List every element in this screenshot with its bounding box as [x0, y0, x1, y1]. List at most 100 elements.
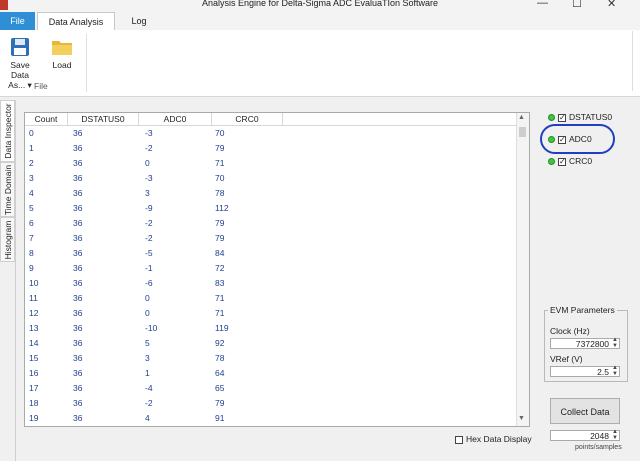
table-row[interactable]: 8 36 -5 84 — [25, 246, 516, 261]
maximize-button[interactable]: ☐ — [572, 0, 582, 10]
table-row[interactable]: 2 36 0 71 — [25, 156, 516, 171]
table-row[interactable]: 0 36 -3 70 — [25, 126, 516, 141]
table-row[interactable]: 6 36 -2 79 — [25, 216, 516, 231]
table-row[interactable]: 5 36 -9 112 — [25, 201, 516, 216]
folder-icon — [52, 41, 72, 55]
column-header-adc0[interactable]: ADC0 — [139, 113, 212, 125]
table-cell: 64 — [215, 368, 225, 378]
table-cell: 15 — [29, 353, 39, 363]
table-row[interactable]: 1 36 -2 79 — [25, 141, 516, 156]
samples-input[interactable]: 2048 ▲ ▼ — [550, 429, 620, 441]
table-cell: 36 — [73, 203, 83, 213]
samples-unit-label: points/samples — [575, 444, 622, 451]
column-header-crc0[interactable]: CRC0 — [212, 113, 283, 125]
clock-label: Clock (Hz) — [550, 326, 590, 336]
hex-data-display-checkbox[interactable]: Hex Data Display — [455, 434, 532, 444]
table-row[interactable]: 16 36 1 64 — [25, 366, 516, 381]
table-row[interactable]: 11 36 0 71 — [25, 291, 516, 306]
tab-data-analysis[interactable]: Data Analysis — [37, 12, 115, 30]
table-cell: 4 — [29, 188, 34, 198]
table-cell: 65 — [215, 383, 225, 393]
table-cell: 79 — [215, 218, 225, 228]
tab-file[interactable]: File — [0, 12, 35, 30]
table-cell: 72 — [215, 263, 225, 273]
table-cell: 36 — [73, 323, 83, 333]
collect-data-button[interactable]: Collect Data — [550, 398, 620, 424]
table-cell: 71 — [215, 308, 225, 318]
spinner-icon[interactable]: ▲ ▼ — [612, 337, 618, 349]
vertical-scrollbar[interactable]: ▲ ▼ — [516, 113, 529, 426]
checkbox-icon[interactable] — [455, 435, 463, 444]
minimize-button[interactable]: — — [537, 0, 548, 9]
table-cell: 5 — [145, 338, 150, 348]
tab-time-domain[interactable]: Time Domain — [0, 162, 15, 217]
table-cell: 79 — [215, 398, 225, 408]
table-cell: 36 — [73, 248, 83, 258]
table-cell: 36 — [73, 158, 83, 168]
table-cell: 36 — [73, 338, 83, 348]
table-cell: 14 — [29, 338, 39, 348]
column-header-count[interactable]: Count — [25, 113, 68, 125]
table-row[interactable]: 15 36 3 78 — [25, 351, 516, 366]
tab-log[interactable]: Log — [120, 12, 158, 30]
table-row[interactable]: 18 36 -2 79 — [25, 396, 516, 411]
load-button[interactable]: Load — [48, 36, 76, 70]
scroll-down-icon[interactable]: ▼ — [518, 415, 525, 422]
ribbon-tabs: File Data Analysis Log — [0, 12, 640, 30]
table-cell: 36 — [73, 188, 83, 198]
scroll-up-icon[interactable]: ▲ — [518, 114, 525, 121]
table-cell: 36 — [73, 413, 83, 423]
table-cell: 13 — [29, 323, 39, 333]
table-cell: -2 — [145, 218, 153, 228]
table-cell: 36 — [73, 218, 83, 228]
table-cell: 84 — [215, 248, 225, 258]
vref-input[interactable]: 2.5 ▲ ▼ — [550, 365, 620, 377]
table-cell: 119 — [215, 323, 229, 333]
data-grid[interactable]: Count DSTATUS0 ADC0 CRC0 0 36 -3 70 1 36 -2 79 2… — [24, 112, 530, 427]
table-cell: 79 — [215, 143, 225, 153]
load-label: Load — [52, 60, 72, 70]
channel-item[interactable]: CRC0 — [548, 155, 592, 168]
floppy-disk-icon — [11, 38, 29, 56]
annotation-circle — [540, 124, 615, 154]
table-cell: 10 — [29, 278, 39, 288]
table-cell: -2 — [145, 398, 153, 408]
column-header-dstatus0[interactable]: DSTATUS0 — [68, 113, 139, 125]
vref-label: VRef (V) — [550, 354, 583, 364]
scroll-thumb[interactable] — [519, 127, 526, 137]
table-row[interactable]: 10 36 -6 83 — [25, 276, 516, 291]
table-cell: 71 — [215, 293, 225, 303]
table-row[interactable]: 7 36 -2 79 — [25, 231, 516, 246]
table-cell: 70 — [215, 173, 225, 183]
spinner-icon[interactable]: ▲ ▼ — [612, 365, 618, 377]
grid-header: Count DSTATUS0 ADC0 CRC0 — [25, 113, 516, 126]
table-row[interactable]: 17 36 -4 65 — [25, 381, 516, 396]
tab-data-inspector[interactable]: Data Inspector — [0, 100, 15, 162]
clock-input[interactable]: 7372800 ▲ ▼ — [550, 337, 620, 349]
channel-checkbox[interactable] — [558, 112, 566, 124]
tab-histogram[interactable]: Histogram — [0, 217, 15, 262]
table-row[interactable]: 13 36 -10 119 — [25, 321, 516, 336]
table-cell: 0 — [145, 293, 150, 303]
table-cell: -4 — [145, 383, 153, 393]
channel-checkbox[interactable] — [558, 156, 566, 168]
table-row[interactable]: 9 36 -1 72 — [25, 261, 516, 276]
table-cell: 91 — [215, 413, 225, 423]
save-label-1: Save Data — [10, 60, 30, 80]
close-button[interactable]: ✕ — [607, 0, 616, 10]
spinner-icon[interactable]: ▲ ▼ — [612, 429, 618, 441]
table-cell: 2 — [29, 158, 34, 168]
channel-item[interactable]: DSTATUS0 — [548, 111, 613, 124]
table-cell: 3 — [29, 173, 34, 183]
table-row[interactable]: 4 36 3 78 — [25, 186, 516, 201]
table-cell: 9 — [29, 263, 34, 273]
table-row[interactable]: 12 36 0 71 — [25, 306, 516, 321]
table-cell: 36 — [73, 173, 83, 183]
table-row[interactable]: 19 36 4 91 — [25, 411, 516, 426]
table-row[interactable]: 14 36 5 92 — [25, 336, 516, 351]
channel-label: DSTATUS0 — [569, 112, 613, 122]
table-cell: 16 — [29, 368, 39, 378]
table-row[interactable]: 3 36 -3 70 — [25, 171, 516, 186]
table-cell: 36 — [73, 308, 83, 318]
ribbon-group-label: File — [34, 81, 48, 91]
